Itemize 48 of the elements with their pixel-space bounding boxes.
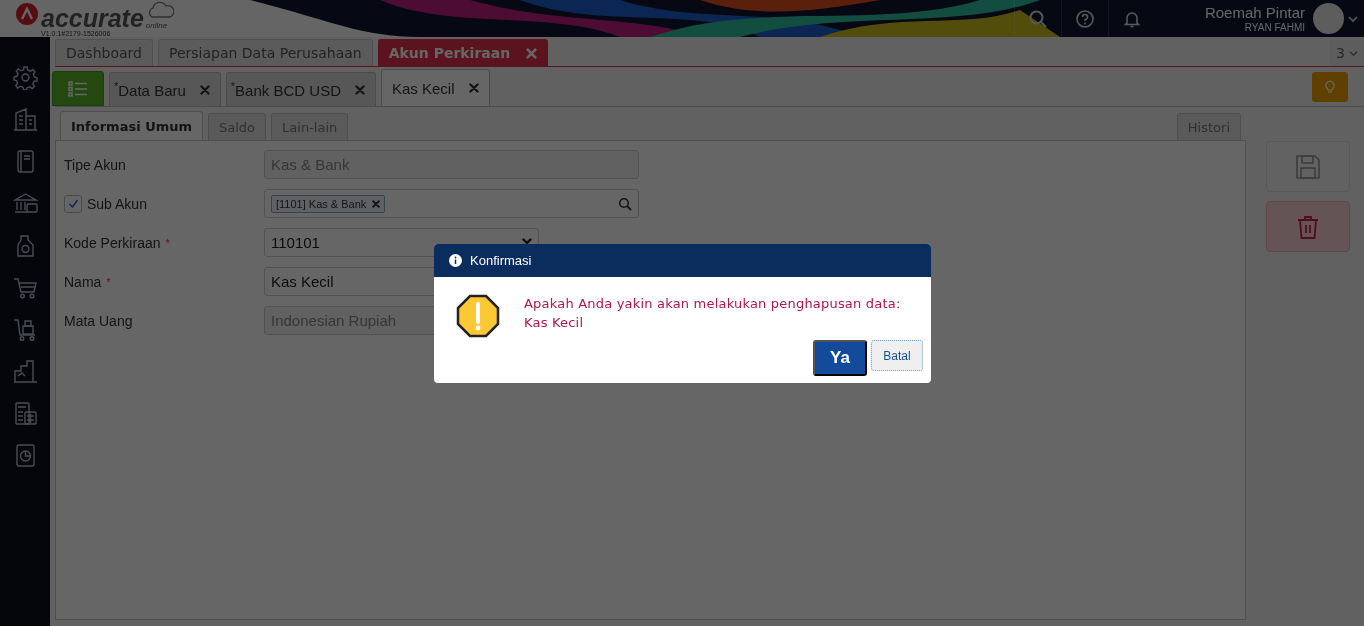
field-label: Kode Perkiraan <box>64 234 161 251</box>
tab[interactable]: Akun Perkiraan <box>377 39 549 66</box>
document-tab[interactable]: $^{*}$Bank BCD USD <box>225 72 376 106</box>
document-tab[interactable]: $^{*}$Data Baru <box>109 72 221 106</box>
factory-icon[interactable] <box>12 359 38 384</box>
info-icon <box>449 254 462 267</box>
field-label: Mata Uang <box>64 312 133 329</box>
warning-icon <box>456 294 500 338</box>
close-icon[interactable] <box>355 84 365 95</box>
chevron-icon <box>1349 48 1358 58</box>
lookup-field[interactable]: [1101] Kas & Bank <box>264 189 639 218</box>
close-icon[interactable] <box>199 84 210 95</box>
delete-button[interactable] <box>1266 201 1350 252</box>
list-button[interactable] <box>52 71 104 106</box>
field-label: Sub Akun <box>87 195 147 212</box>
list-icon <box>68 80 88 97</box>
cart-icon[interactable] <box>12 275 38 300</box>
help-icon[interactable] <box>1074 8 1095 29</box>
building-icon[interactable] <box>12 107 38 132</box>
tax-form-icon[interactable] <box>12 401 38 426</box>
hint-button[interactable] <box>1312 72 1348 102</box>
caret-icon[interactable] <box>1348 13 1358 24</box>
checkbox[interactable] <box>64 194 82 213</box>
selected-tag[interactable]: [1101] Kas & Bank <box>271 194 386 213</box>
confirm-button[interactable]: Ya <box>813 340 867 376</box>
trolley-icon[interactable] <box>12 317 38 342</box>
required-mark: * <box>165 236 170 249</box>
bank-icon[interactable] <box>12 191 38 216</box>
field-label: Nama <box>64 273 102 290</box>
field-label: Tipe Akun <box>64 156 126 173</box>
check-icon <box>67 198 79 209</box>
close-icon[interactable] <box>468 83 479 93</box>
cancel-button[interactable]: Batal <box>871 340 923 371</box>
logo-text: accurate <box>41 6 144 30</box>
document-tab[interactable]: Kas Kecil <box>381 69 490 106</box>
user-subtitle: RYAN FAHMI <box>1244 22 1305 33</box>
close-icon[interactable] <box>372 199 381 208</box>
logo-icon <box>16 3 38 25</box>
required-mark: * <box>106 275 111 288</box>
tab[interactable]: Persiapan Data Perusahaan <box>157 39 373 66</box>
lightbulb-icon <box>1323 80 1337 94</box>
save-button[interactable] <box>1266 141 1350 192</box>
gear-icon[interactable] <box>12 65 38 90</box>
search-icon[interactable] <box>618 196 632 211</box>
tab[interactable]: Informasi Umum <box>60 111 204 140</box>
tab[interactable]: Dashboard <box>55 39 153 66</box>
search-icon[interactable] <box>1027 8 1048 29</box>
user-name: Roemah Pintar <box>1204 4 1305 22</box>
